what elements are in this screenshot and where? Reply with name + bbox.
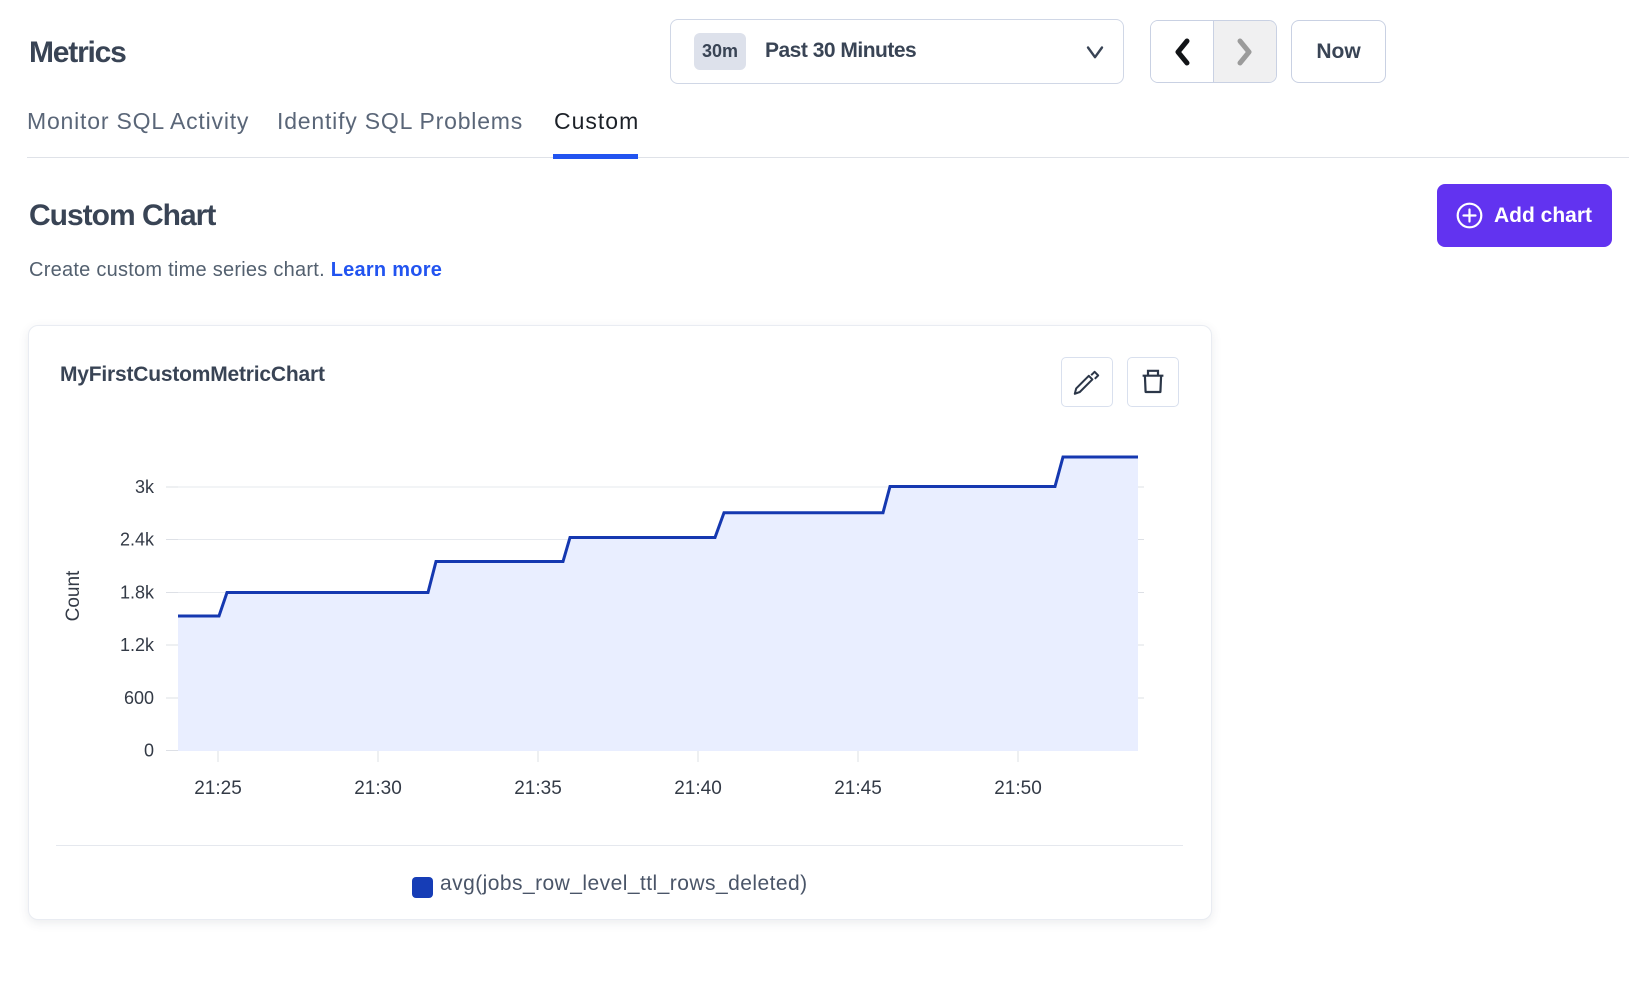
svg-text:21:25: 21:25	[194, 778, 242, 799]
svg-text:600: 600	[124, 688, 154, 708]
svg-text:21:45: 21:45	[834, 778, 882, 799]
svg-text:Count: Count	[63, 570, 84, 621]
svg-text:21:30: 21:30	[354, 778, 402, 799]
svg-text:21:35: 21:35	[514, 778, 562, 799]
svg-text:1.2k: 1.2k	[120, 635, 155, 655]
svg-text:21:50: 21:50	[994, 778, 1042, 799]
svg-text:3k: 3k	[135, 477, 155, 497]
svg-text:2.4k: 2.4k	[120, 530, 155, 550]
svg-text:1.8k: 1.8k	[120, 582, 155, 602]
svg-text:0: 0	[144, 741, 154, 761]
svg-text:21:40: 21:40	[674, 778, 722, 799]
